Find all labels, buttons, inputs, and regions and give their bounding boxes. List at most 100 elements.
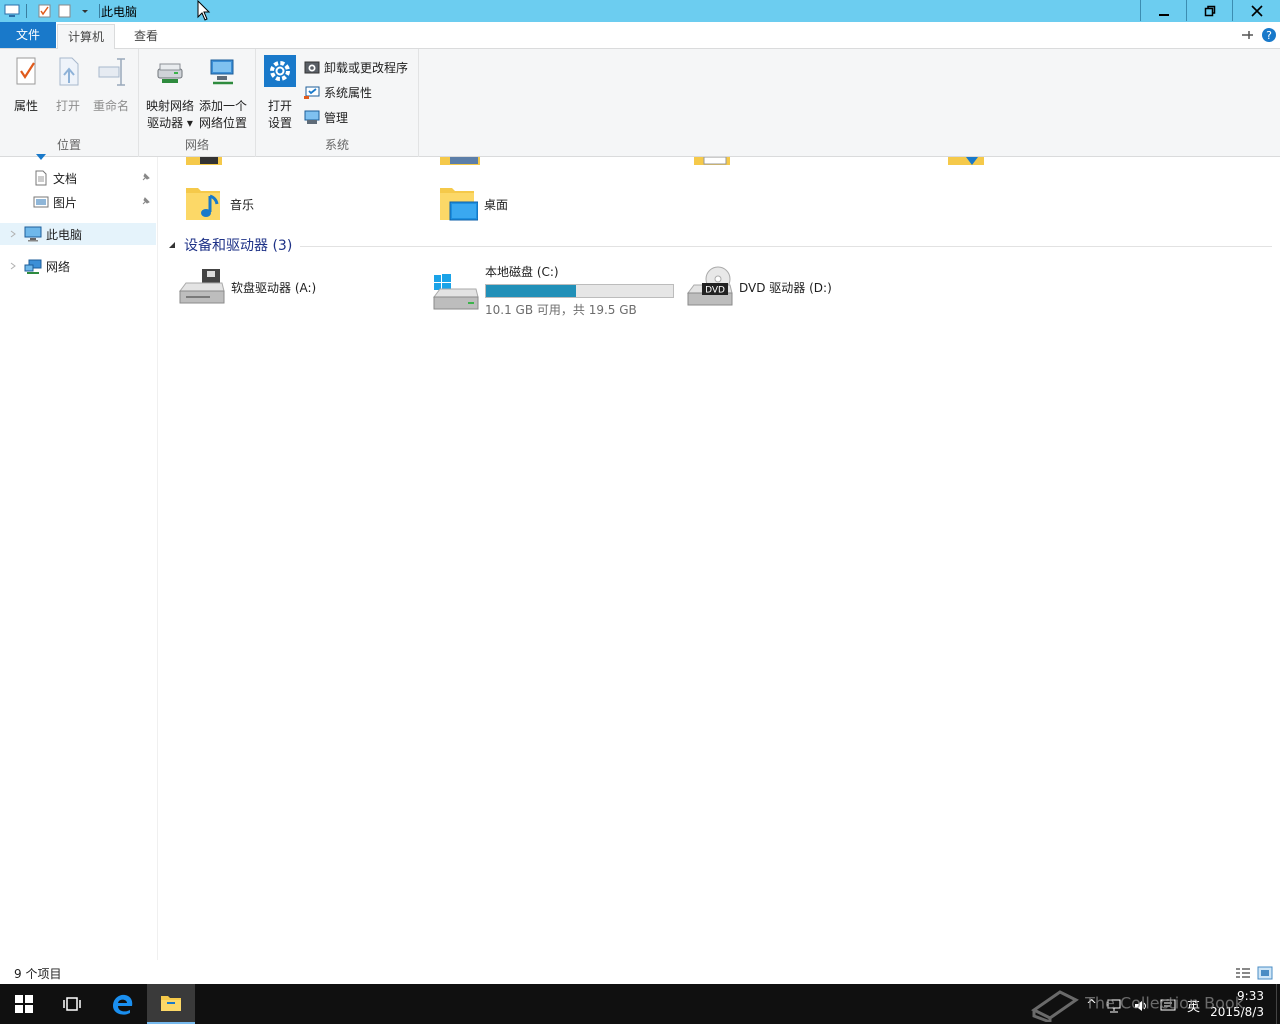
mouse-cursor-icon — [197, 0, 211, 21]
nav-item-this-pc[interactable]: 此电脑 — [0, 223, 156, 245]
group-label-location: 位置 — [56, 138, 81, 152]
system-properties-button[interactable]: 系统属性 — [304, 82, 372, 102]
document-icon — [35, 170, 47, 186]
open-button[interactable]: 打开 — [50, 55, 86, 115]
folder-label: 桌面 — [484, 197, 509, 212]
watermark: The Collection Book — [1030, 986, 1244, 1024]
devices-group-header[interactable]: 设备和驱动器 (3) — [168, 235, 1272, 255]
chevron-down-icon[interactable] — [77, 4, 93, 18]
open-settings-label-1: 打开 — [267, 99, 292, 113]
uninstall-program-button[interactable]: 卸载或更改程序 — [304, 57, 408, 77]
ribbon-group-location: 属性 打开 重命名 位置 — [0, 49, 139, 157]
add-location-label-1: 添加一个 — [198, 99, 247, 113]
chevron-right-icon[interactable] — [8, 229, 18, 239]
show-desktop-button[interactable] — [1276, 984, 1280, 1024]
nav-item-label: 网络 — [46, 259, 71, 274]
music-folder-icon — [186, 188, 220, 220]
desktop-folder-icon — [440, 188, 478, 221]
windows-drive-icon — [433, 274, 479, 310]
pin-icon[interactable] — [140, 195, 152, 207]
add-network-location-button[interactable]: 添加一个 网络位置 — [197, 55, 249, 132]
pictures-icon — [33, 196, 49, 208]
drive-label: DVD 驱动器 (D:) — [739, 280, 832, 295]
chevron-right-icon[interactable] — [8, 261, 18, 271]
system-properties-label: 系统属性 — [324, 85, 373, 100]
file-explorer-button[interactable] — [147, 984, 195, 1024]
drive-label: 本地磁盘 (C:) — [485, 265, 559, 279]
pictures-folder-icon[interactable] — [440, 157, 480, 167]
properties-icon[interactable] — [37, 4, 53, 18]
network-icon — [24, 259, 42, 274]
disk-usage-bar — [485, 284, 674, 298]
tab-computer[interactable]: 计算机 — [57, 24, 116, 50]
downloads-folder-icon[interactable] — [948, 157, 984, 167]
close-button[interactable] — [1232, 0, 1280, 21]
close-icon — [1250, 4, 1263, 17]
pin-icon[interactable] — [140, 171, 152, 183]
drive-label: 软盘驱动器 (A:) — [231, 280, 317, 295]
add-location-label-2: 网络位置 — [198, 116, 247, 130]
computer-icon[interactable] — [4, 4, 20, 18]
details-view-icon[interactable] — [1235, 966, 1251, 980]
svg-text:DVD: DVD — [705, 286, 725, 296]
task-view-icon — [63, 997, 81, 1011]
new-folder-icon[interactable] — [57, 4, 73, 18]
open-settings-button[interactable]: 打开 设置 — [262, 55, 298, 132]
separator — [26, 4, 27, 18]
help-icon[interactable]: ? — [1261, 27, 1277, 43]
nav-item-label: 文档 — [53, 171, 78, 186]
folder-icon — [161, 996, 181, 1011]
drive-local-c[interactable]: 本地磁盘 (C:) 10.1 GB 可用，共 19.5 GB — [432, 261, 692, 317]
book-logo-icon — [1031, 990, 1079, 1024]
nav-item-network[interactable]: 网络 — [0, 255, 158, 277]
edge-browser-icon — [113, 994, 133, 1015]
folder-desktop[interactable]: 桌面 — [438, 183, 678, 225]
rename-button[interactable]: 重命名 — [90, 55, 132, 115]
minimize-icon — [1158, 13, 1169, 16]
system-properties-icon — [304, 86, 320, 99]
tab-file[interactable]: 文件 — [0, 22, 56, 48]
collapse-triangle-icon[interactable] — [168, 240, 178, 250]
group-label-network: 网络 — [184, 138, 209, 152]
ribbon: 属性 打开 重命名 位置 映射网络 驱动器 ▾ 添加一个 网络位置 网络 打开 … — [0, 49, 1280, 157]
start-button[interactable] — [0, 984, 48, 1024]
nav-item-pictures[interactable]: 图片 — [0, 191, 158, 213]
item-count: 9 个项目 — [14, 967, 62, 981]
open-icon — [59, 57, 79, 86]
network-drive-icon — [157, 63, 183, 83]
ribbon-group-network: 映射网络 驱动器 ▾ 添加一个 网络位置 网络 — [139, 49, 256, 157]
drive-free-space: 10.1 GB 可用，共 19.5 GB — [485, 303, 637, 317]
title-bar: 此电脑 — [0, 0, 1280, 22]
gear-icon — [264, 55, 296, 87]
navigation-pane: 文档 图片 此电脑 网络 — [0, 154, 158, 960]
nav-item-documents[interactable]: 文档 — [0, 167, 158, 189]
edge-button[interactable] — [98, 984, 146, 1024]
windows-logo-icon — [15, 995, 33, 1013]
drive-dvd[interactable]: DVD DVD 驱动器 (D:) — [686, 265, 946, 309]
videos-folder-icon[interactable] — [186, 157, 222, 167]
restore-button[interactable] — [1186, 0, 1232, 21]
tab-view[interactable]: 查看 — [124, 24, 168, 48]
nav-item-label: 图片 — [53, 195, 78, 210]
drive-floppy[interactable]: 软盘驱动器 (A:) — [178, 265, 418, 309]
watermark-text: The Collection Book — [1085, 993, 1244, 1013]
group-label-system: 系统 — [324, 138, 349, 152]
devices-header-label: 设备和驱动器 (3) — [184, 238, 293, 254]
manage-button[interactable]: 管理 — [304, 107, 348, 127]
rename-icon — [98, 58, 125, 86]
large-icons-view-icon[interactable] — [1257, 966, 1273, 980]
uninstall-label: 卸载或更改程序 — [324, 60, 409, 75]
documents-folder-icon[interactable] — [694, 157, 730, 167]
minimize-button[interactable] — [1140, 0, 1186, 21]
quick-access-toolbar — [0, 2, 106, 20]
map-drive-label-2: 驱动器 ▾ — [147, 116, 193, 130]
properties-label: 属性 — [13, 99, 38, 113]
pin-ribbon-icon[interactable] — [1240, 29, 1254, 41]
rename-label: 重命名 — [92, 99, 129, 113]
folder-label: 音乐 — [230, 197, 255, 212]
folder-music[interactable]: 音乐 — [184, 183, 424, 225]
task-view-button[interactable] — [48, 984, 96, 1024]
floppy-drive-icon — [179, 269, 225, 304]
properties-button[interactable]: 属性 — [8, 55, 44, 115]
map-network-drive-button[interactable]: 映射网络 驱动器 ▾ — [145, 55, 195, 132]
